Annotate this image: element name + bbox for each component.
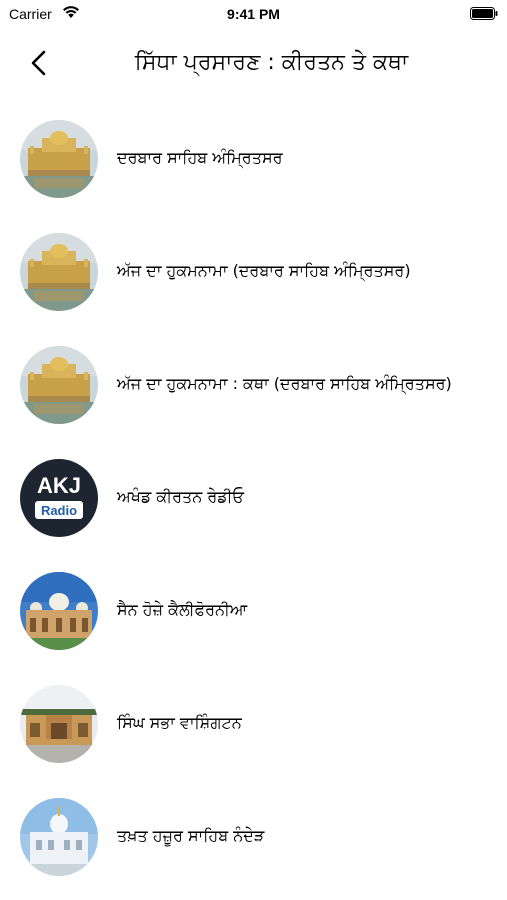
- stream-list: ਦਰਬਾਰ ਸਾਹਿਬ ਅੰਮ੍ਰਿਤਸਰ ਅੱਜ ਦਾ ਹੁਕਮਨਾਮਾ (ਦ…: [0, 102, 507, 893]
- status-time: 9:41 PM: [227, 6, 280, 22]
- page-title: ਸਿੱਧਾ ਪ੍ਰਸਾਰਣ : ਕੀਰਤਨ ਤੇ ਕਥਾ: [134, 50, 409, 75]
- list-item-hukamnama-katha[interactable]: ਅੱਜ ਦਾ ਹੁਕਮਨਾਮਾ : ਕਥਾ (ਦਰਬਾਰ ਸਾਹਿਬ ਅੰਮ੍ਰ…: [0, 328, 507, 441]
- list-item-darbar-sahib[interactable]: ਦਰਬਾਰ ਸਾਹਿਬ ਅੰਮ੍ਰਿਤਸਰ: [0, 102, 507, 215]
- list-item-hazur-sahib[interactable]: ਤਖ਼ਤ ਹਜ਼ੂਰ ਸਾਹਿਬ ਨੰਦੇੜ: [0, 780, 507, 893]
- washington-gurdwara-thumbnail: [20, 685, 98, 763]
- battery-icon: [470, 7, 498, 20]
- list-item-hukamnama[interactable]: ਅੱਜ ਦਾ ਹੁਕਮਨਾਮਾ (ਦਰਬਾਰ ਸਾਹਿਬ ਅੰਮ੍ਰਿਤਸਰ): [0, 215, 507, 328]
- list-item-label: ਤਖ਼ਤ ਹਜ਼ੂਰ ਸਾਹਿਬ ਨੰਦੇੜ: [117, 826, 265, 845]
- san-jose-gurdwara-thumbnail: [20, 572, 98, 650]
- navigation-bar: ਸਿੱਧਾ ਪ੍ਰਸਾਰਣ : ਕੀਰਤਨ ਤੇ ਕਥਾ: [0, 28, 507, 100]
- akj-radio-logo: AKJ Radio: [20, 459, 98, 537]
- radio-logo-text: Radio: [41, 503, 77, 518]
- list-item-label: ਅੱਜ ਦਾ ਹੁਕਮਨਾਮਾ : ਕਥਾ (ਦਰਬਾਰ ਸਾਹਿਬ ਅੰਮ੍ਰ…: [117, 374, 452, 393]
- chevron-left-icon: [31, 50, 46, 76]
- list-item-washington[interactable]: ਸਿੰਘ ਸਭਾ ਵਾਸ਼ਿੰਗਟਨ: [0, 667, 507, 780]
- hazur-sahib-thumbnail: [20, 798, 98, 876]
- list-item-label: ਅਖੰਡ ਕੀਰਤਨ ਰੇਡੀਓ: [117, 487, 244, 506]
- list-item-label: ਸੈਨ ਹੋਜ਼ੇ ਕੈਲੀਫੋਰਨੀਆ: [117, 600, 248, 619]
- golden-temple-thumbnail: [20, 233, 98, 311]
- list-item-label: ਅੱਜ ਦਾ ਹੁਕਮਨਾਮਾ (ਦਰਬਾਰ ਸਾਹਿਬ ਅੰਮ੍ਰਿਤਸਰ): [117, 261, 411, 280]
- list-item-akj-radio[interactable]: AKJ Radio ਅਖੰਡ ਕੀਰਤਨ ਰੇਡੀਓ: [0, 441, 507, 554]
- golden-temple-thumbnail: [20, 346, 98, 424]
- back-button[interactable]: [22, 46, 56, 80]
- list-item-label: ਸਿੰਘ ਸਭਾ ਵਾਸ਼ਿੰਗਟਨ: [117, 713, 242, 732]
- list-item-label: ਦਰਬਾਰ ਸਾਹਿਬ ਅੰਮ੍ਰਿਤਸਰ: [117, 148, 283, 167]
- status-bar: Carrier 9:41 PM: [0, 0, 507, 28]
- akj-logo-text: AKJ: [37, 473, 81, 498]
- list-item-san-jose[interactable]: ਸੈਨ ਹੋਜ਼ੇ ਕੈਲੀਫੋਰਨੀਆ: [0, 554, 507, 667]
- golden-temple-thumbnail: [20, 120, 98, 198]
